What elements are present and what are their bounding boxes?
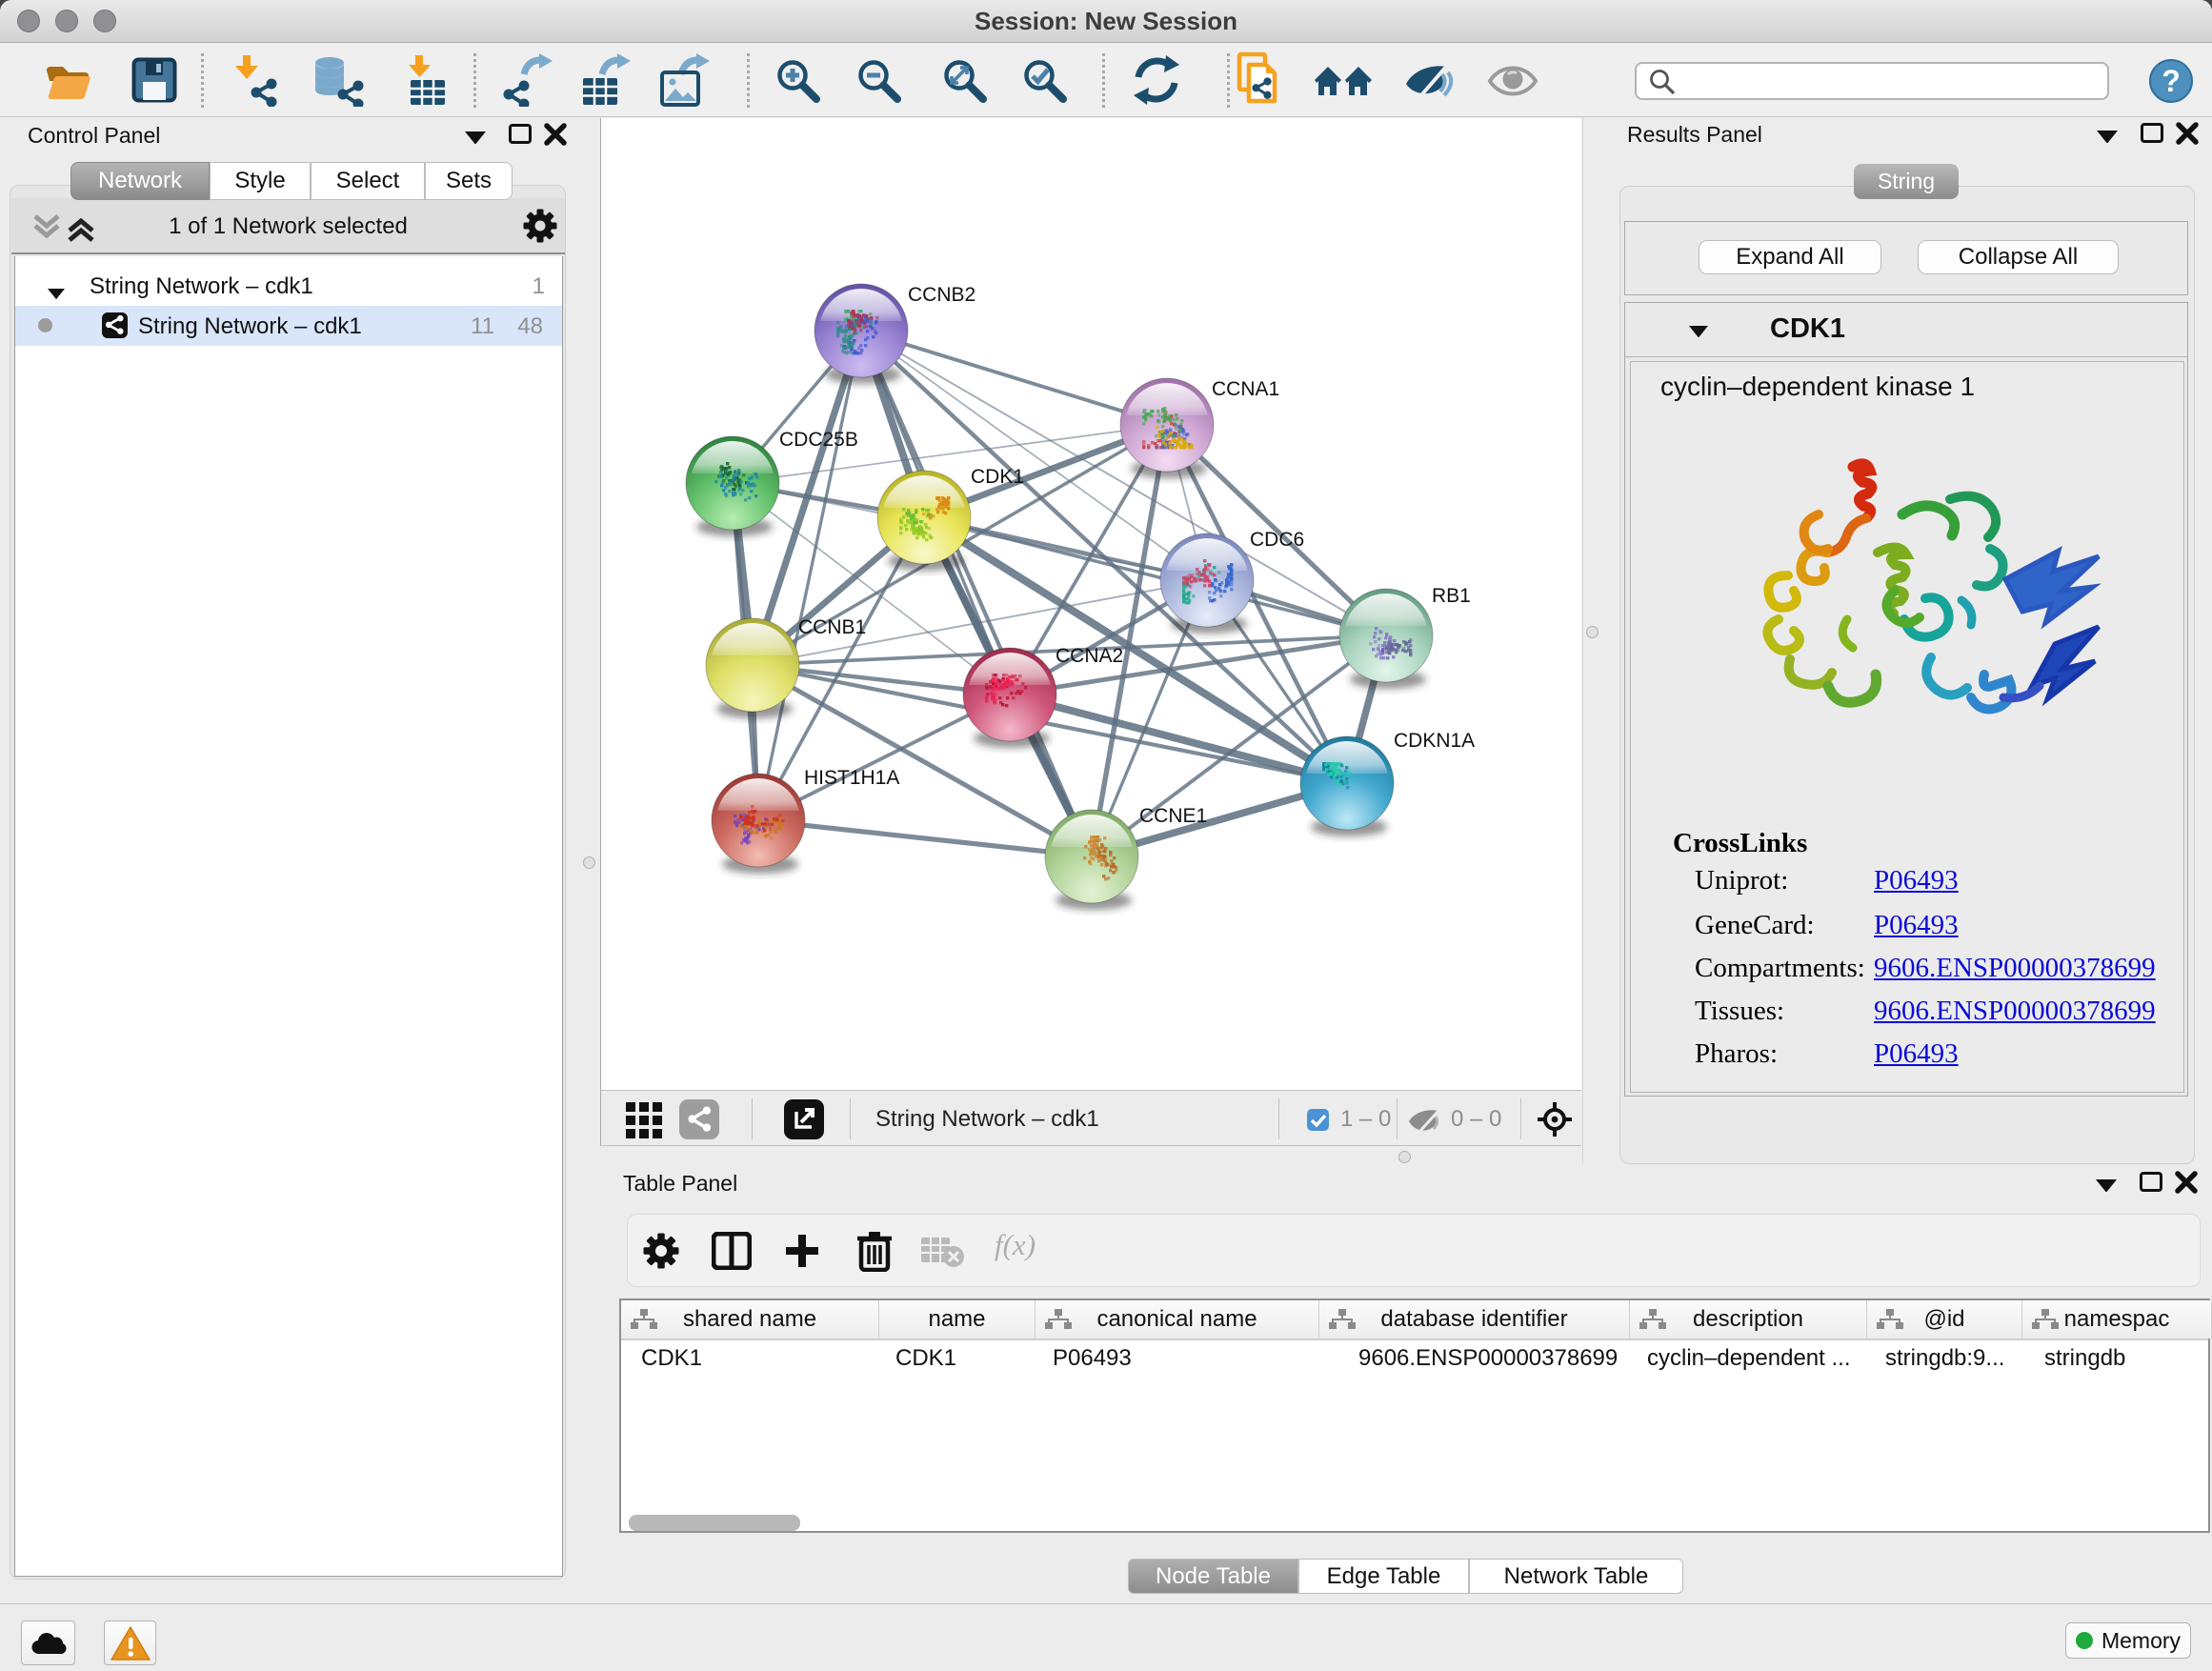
svg-text:CDC6: CDC6 [1250,529,1304,551]
svg-text:CDK1: CDK1 [971,466,1024,488]
svg-text:CCNE1: CCNE1 [1139,805,1207,827]
svg-text:CCNB2: CCNB2 [908,284,975,306]
svg-text:?: ? [2162,64,2181,98]
svg-text:CDKN1A: CDKN1A [1394,730,1475,752]
svg-text:CDC25B: CDC25B [779,429,858,451]
svg-text:CCNA1: CCNA1 [1212,378,1279,400]
svg-text:CCNB1: CCNB1 [798,616,866,638]
svg-text:HIST1H1A: HIST1H1A [804,767,899,789]
svg-text:RB1: RB1 [1432,585,1471,607]
svg-text:CCNA2: CCNA2 [1056,645,1123,667]
